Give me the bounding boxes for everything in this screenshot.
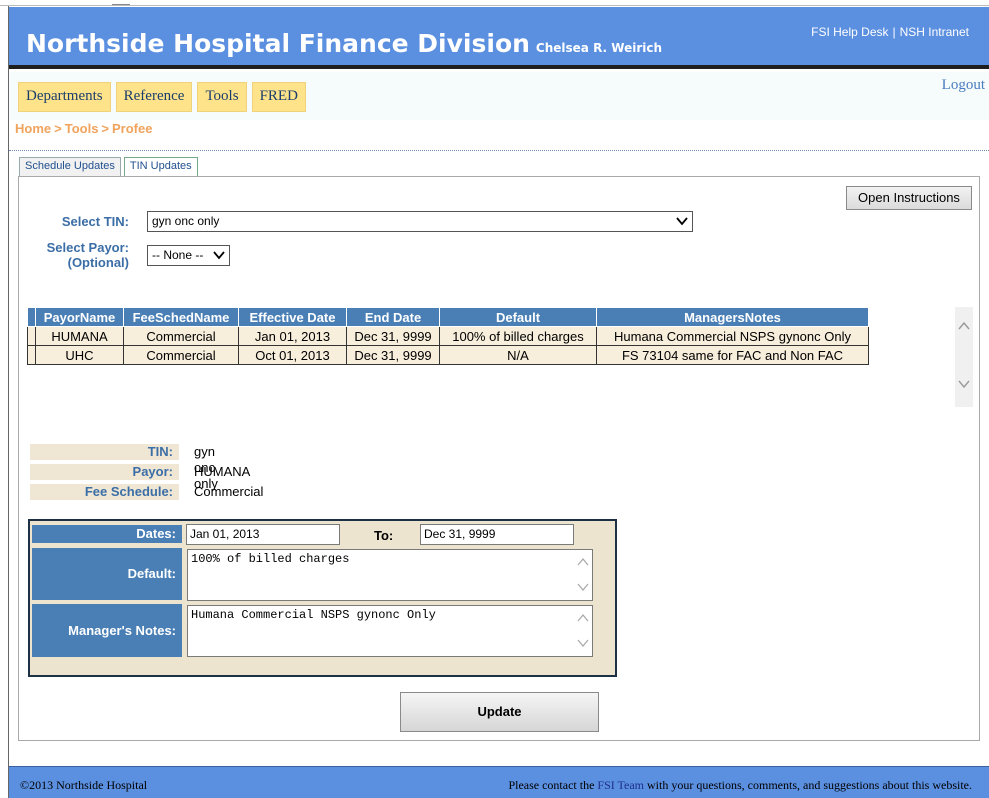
user-name: Chelsea R. Weirich: [535, 41, 663, 55]
link-separator: |: [892, 25, 896, 39]
fsi-team-link[interactable]: FSI Team: [597, 778, 644, 792]
tab-strip: Schedule Updates TIN Updates: [19, 157, 198, 177]
nav-bar: Departments Reference Tools FRED Logout: [9, 72, 989, 120]
chevron-down-icon: [213, 251, 225, 260]
copyright: ©2013 Northside Hospital: [20, 778, 148, 792]
row-selector-header: [27, 307, 36, 327]
open-instructions-button[interactable]: Open Instructions: [846, 186, 972, 210]
menu-reference[interactable]: Reference: [115, 82, 193, 112]
textarea-scrollbar[interactable]: [576, 552, 590, 596]
table-row[interactable]: HUMANA Commercial Jan 01, 2013 Dec 31, 9…: [27, 326, 869, 346]
date-to-input[interactable]: Dec 31, 9999: [420, 524, 574, 545]
site-header: Northside Hospital Finance Division Chels…: [9, 7, 989, 69]
table-cell: Commercial: [123, 345, 239, 365]
payor-value: HUMANA: [194, 464, 251, 479]
table-header-row: PayorName FeeSchedName Effective Date En…: [27, 307, 869, 327]
default-label: Default:: [32, 548, 182, 600]
table-cell: Jan 01, 2013: [238, 326, 347, 346]
column-header[interactable]: Effective Date: [238, 307, 347, 327]
select-payor-value: -- None --: [152, 248, 204, 262]
fee-schedule-label: Fee Schedule:: [30, 484, 179, 500]
dates-label: Dates:: [32, 525, 182, 543]
payor-table: PayorName FeeSchedName Effective Date En…: [27, 307, 869, 365]
nsh-intranet-link[interactable]: NSH Intranet: [900, 25, 969, 39]
table-cell: Dec 31, 9999: [346, 345, 440, 365]
table-cell: Humana Commercial NSPS gynonc Only: [596, 326, 869, 346]
chevron-down-icon: [676, 217, 688, 226]
row-selector[interactable]: [27, 345, 36, 365]
select-payor-label: Select Payor: (Optional): [46, 240, 129, 270]
table-cell: N/A: [439, 345, 597, 365]
table-cell: Dec 31, 9999: [346, 326, 440, 346]
tab-panel: Open Instructions Select TIN: gyn onc on…: [18, 176, 980, 741]
managers-notes-value: Humana Commercial NSPS gynonc Only: [191, 608, 436, 622]
managers-notes-label: Manager's Notes:: [32, 604, 182, 657]
select-payor-dropdown[interactable]: -- None --: [147, 245, 230, 266]
select-tin-label: Select TIN:: [61, 214, 129, 229]
payor-label: Payor:: [30, 464, 179, 480]
main-menu: Departments Reference Tools FRED: [18, 82, 306, 112]
payor-grid: PayorName FeeSchedName Effective Date En…: [27, 307, 973, 407]
contact-text: Please contact the FSI Team with your qu…: [508, 778, 972, 792]
divider: [9, 150, 989, 151]
menu-departments[interactable]: Departments: [18, 82, 111, 112]
tab-schedule-updates[interactable]: Schedule Updates: [19, 157, 121, 177]
edit-form: Dates: Jan 01, 2013 To: Dec 31, 9999 Def…: [28, 519, 617, 677]
update-button[interactable]: Update: [400, 692, 599, 732]
table-cell: Commercial: [123, 326, 239, 346]
table-cell: FS 73104 same for FAC and Non FAC: [596, 345, 869, 365]
table-cell: UHC: [35, 345, 124, 365]
date-from-input[interactable]: Jan 01, 2013: [186, 524, 340, 545]
default-textarea[interactable]: 100% of billed charges: [187, 549, 593, 601]
table-row[interactable]: UHC Commercial Oct 01, 2013 Dec 31, 9999…: [27, 345, 869, 365]
breadcrumb: Home > Tools > Profee: [15, 121, 153, 136]
breadcrumb-profee: Profee: [112, 121, 153, 136]
select-tin-dropdown[interactable]: gyn onc only: [147, 211, 693, 232]
menu-fred[interactable]: FRED: [251, 82, 306, 112]
site-footer: ©2013 Northside Hospital Please contact …: [9, 766, 989, 798]
textarea-scrollbar[interactable]: [576, 608, 590, 652]
breadcrumb-tools[interactable]: Tools: [65, 121, 99, 136]
breadcrumb-home[interactable]: Home: [15, 121, 51, 136]
header-links: FSI Help Desk | NSH Intranet: [811, 25, 969, 39]
default-value: 100% of billed charges: [191, 552, 350, 566]
table-cell: HUMANA: [35, 326, 124, 346]
menu-tools[interactable]: Tools: [197, 82, 247, 112]
fee-schedule-value: Commercial: [194, 484, 264, 499]
managers-notes-textarea[interactable]: Humana Commercial NSPS gynonc Only: [187, 605, 593, 657]
fsi-help-desk-link[interactable]: FSI Help Desk: [811, 25, 888, 39]
table-cell: Oct 01, 2013: [238, 345, 347, 365]
site-title: Northside Hospital Finance Division Chels…: [26, 29, 663, 58]
to-label: To:: [374, 528, 394, 543]
tab-tin-updates[interactable]: TIN Updates: [123, 157, 198, 177]
tin-label: TIN:: [30, 444, 179, 460]
column-header[interactable]: FeeSchedName: [123, 307, 239, 327]
chevron-up-icon[interactable]: [957, 319, 971, 333]
select-tin-value: gyn onc only: [152, 214, 220, 228]
chevron-down-icon[interactable]: [957, 377, 971, 391]
row-selector[interactable]: [27, 326, 36, 346]
column-header[interactable]: PayorName: [35, 307, 124, 327]
grid-scrollbar[interactable]: [955, 307, 973, 407]
column-header[interactable]: Default: [439, 307, 597, 327]
table-cell: 100% of billed charges: [439, 326, 597, 346]
column-header[interactable]: ManagersNotes: [596, 307, 869, 327]
column-header[interactable]: End Date: [346, 307, 440, 327]
logout-link[interactable]: Logout: [942, 77, 985, 94]
